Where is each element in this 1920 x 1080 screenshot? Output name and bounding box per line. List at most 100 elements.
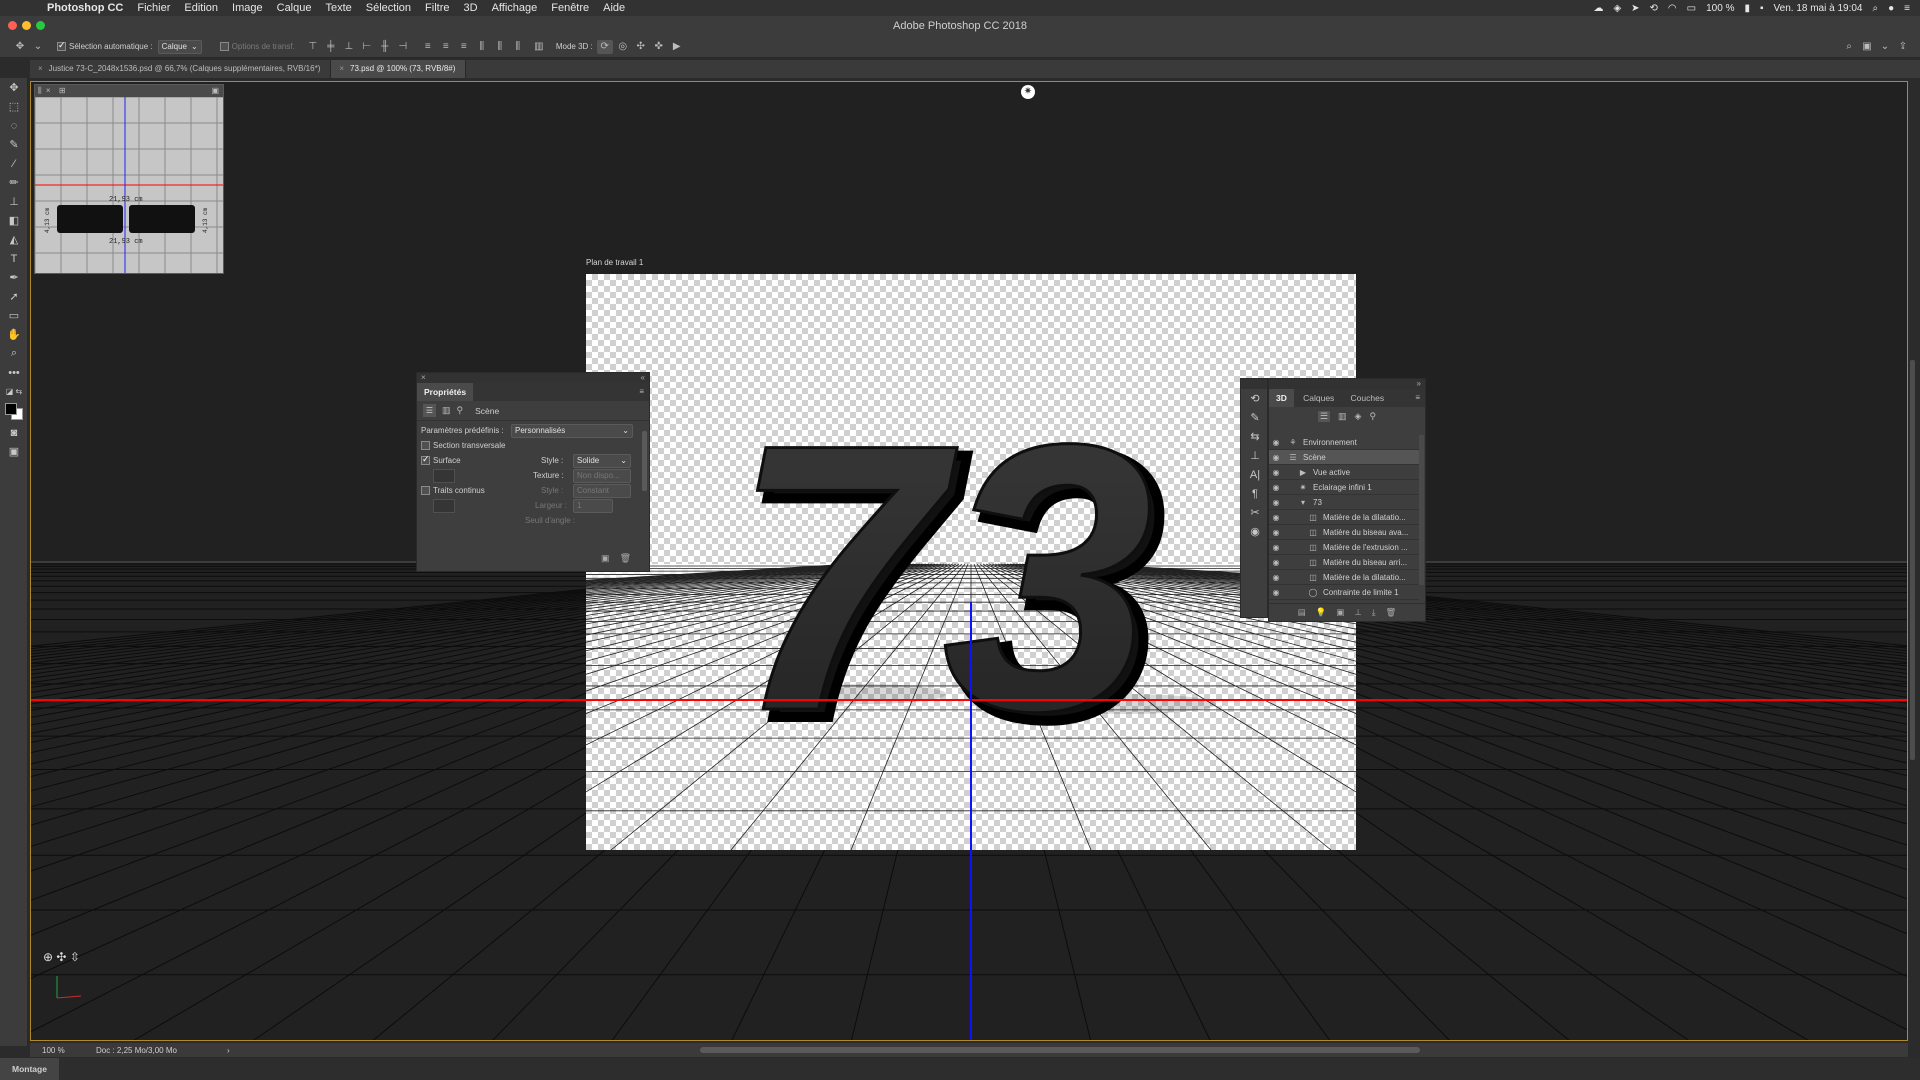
camera-tab-icon[interactable]: ▥	[442, 405, 451, 416]
menu-fenetre[interactable]: Fenêtre	[544, 2, 596, 14]
pan-camera-icon[interactable]: ✣	[56, 950, 66, 964]
tab-document-1[interactable]: × Justice 73-C_2048x1536.psd @ 66,7% (Cal…	[30, 60, 332, 78]
surface-row[interactable]: Surface Style : Solide ⌄	[417, 453, 649, 468]
doc-size[interactable]: Doc : 2,25 Mo/3,00 Mo	[96, 1046, 177, 1055]
tab-document-2[interactable]: × 73.psd @ 100% (73, RVB/8#)	[331, 60, 467, 78]
new-mesh-icon[interactable]: ▤	[1298, 607, 1306, 618]
workspace-icon[interactable]: ▣	[1859, 40, 1875, 54]
move-tool-preset-icon[interactable]: ✥	[12, 40, 28, 54]
visibility-eye-icon[interactable]: ◉	[1269, 468, 1283, 477]
zoom-tool-icon[interactable]: ⌕	[0, 344, 28, 363]
brush-presets-icon[interactable]: ✎	[1241, 408, 1269, 427]
clock[interactable]: Ven. 18 mai à 19:04	[1774, 3, 1863, 14]
distribute-right-icon[interactable]: ⫼	[510, 40, 526, 54]
visibility-eye-icon[interactable]: ◉	[1269, 573, 1283, 582]
clone-source-icon[interactable]: ⊥	[1241, 446, 1269, 465]
marquee-tool-icon[interactable]: ⬚	[0, 97, 28, 116]
transform-options-checkbox[interactable]: Options de transf.	[219, 42, 295, 51]
filter-light-icon[interactable]: ⚲	[1369, 411, 1376, 422]
document-canvas[interactable]: Plan de travail 1 73 73 ✷ ⊕ ✣ ⇳	[30, 81, 1908, 1041]
menu-filtre[interactable]: Filtre	[418, 2, 456, 14]
menu-edition[interactable]: Edition	[177, 2, 225, 14]
surface-style-dropdown[interactable]: Solide ⌄	[573, 453, 631, 468]
align-hcenter-icon[interactable]: ╫	[377, 40, 393, 54]
minimize-window-button[interactable]	[22, 21, 31, 30]
ground-icon[interactable]: ⊥	[1354, 607, 1361, 618]
type-tool-icon[interactable]: T	[0, 249, 28, 268]
vertical-scrollbar[interactable]	[1910, 360, 1915, 760]
eraser-tool-icon[interactable]: ◧	[0, 211, 28, 230]
scene-list-item[interactable]: ◉ ◫ Matière de la dilatatio...	[1269, 510, 1419, 525]
text-73-3d[interactable]: 73	[730, 364, 1156, 792]
close-icon[interactable]: ×	[46, 86, 51, 95]
preset-dropdown[interactable]: Personnalisés ⌄	[511, 423, 633, 438]
visibility-eye-icon[interactable]: ◉	[1269, 513, 1283, 522]
slide-3d-icon[interactable]: ✜	[651, 40, 667, 54]
surface-color-swatch[interactable]	[433, 468, 455, 483]
scene-list-item[interactable]: ◉ ◯ Contrainte de limite 1	[1269, 585, 1419, 600]
menu-3d[interactable]: 3D	[457, 2, 485, 14]
filter-material-icon[interactable]: ◈	[1355, 411, 1362, 422]
hand-tool-icon[interactable]: ✋	[0, 325, 28, 344]
orbit-3d-icon[interactable]: ⟳	[596, 39, 613, 54]
visibility-eye-icon[interactable]: ◉	[1269, 588, 1283, 597]
scene-list-item[interactable]: ◉ ◫ Matière du biseau ava...	[1269, 525, 1419, 540]
lines-color-swatch[interactable]	[433, 498, 455, 513]
stamp-tool-icon[interactable]: ⊥	[0, 192, 28, 211]
zoom-window-button[interactable]	[36, 21, 45, 30]
visibility-eye-icon[interactable]: ◉	[1269, 543, 1283, 552]
cross-section-row[interactable]: Section transversale	[417, 438, 649, 453]
scene-list-item[interactable]: ◉ ▶ Vue active	[1269, 465, 1419, 480]
expand-icon[interactable]: ▣	[211, 85, 219, 97]
menu-image[interactable]: Image	[225, 2, 270, 14]
tab-3d[interactable]: 3D	[1269, 389, 1294, 407]
adjustments-icon[interactable]: ⇆	[1241, 427, 1269, 446]
wifi-icon[interactable]: ◠	[1668, 3, 1677, 14]
align-top-icon[interactable]: ⊤	[305, 40, 321, 54]
pen-tool-icon[interactable]: ✒	[0, 268, 28, 287]
rectangle-tool-icon[interactable]: ▭	[0, 306, 28, 325]
foreground-color-swatch[interactable]	[5, 403, 17, 415]
shield-icon[interactable]: ◈	[1613, 3, 1621, 14]
notification-center-icon[interactable]: ≡	[1904, 3, 1910, 14]
scene-list-item[interactable]: ◉ ⚘ Environnement	[1269, 435, 1419, 450]
properties-scrollbar[interactable]	[642, 431, 647, 491]
menu-fichier[interactable]: Fichier	[130, 2, 177, 14]
visibility-eye-icon[interactable]: ◉	[1269, 558, 1283, 567]
panel-menu-icon[interactable]: ≡	[639, 387, 644, 396]
battery-icon[interactable]: ▮	[1744, 3, 1750, 14]
share-icon[interactable]: ⇪	[1895, 40, 1911, 54]
cross-section-checkbox[interactable]	[421, 441, 430, 450]
menu-affichage[interactable]: Affichage	[485, 2, 545, 14]
align-left-icon[interactable]: ⊢	[359, 40, 375, 54]
paragraph-icon[interactable]: ¶	[1241, 484, 1269, 503]
roll-3d-icon[interactable]: ◎	[615, 40, 631, 54]
distribute-bottom-icon[interactable]: ≡	[456, 40, 472, 54]
collapse-panel-icon[interactable]: »	[1417, 379, 1421, 389]
menu-texte[interactable]: Texte	[318, 2, 358, 14]
siri-icon[interactable]: ●	[1888, 3, 1894, 14]
menu-selection[interactable]: Sélection	[359, 2, 418, 14]
chevron-down-icon[interactable]: ⌄	[30, 40, 46, 54]
width-input[interactable]: 1	[573, 498, 613, 513]
scene-list-item[interactable]: ◉ ◫ Matière de la dilatatio...	[1269, 570, 1419, 585]
menu-calque[interactable]: Calque	[270, 2, 319, 14]
vertical-guide[interactable]	[970, 602, 972, 1040]
default-colors-icon[interactable]: ◪ ⇆	[0, 382, 28, 401]
chevron-down-icon[interactable]: ⌄	[1877, 40, 1893, 54]
move-tool-icon[interactable]: ✥	[0, 78, 28, 97]
lasso-tool-icon[interactable]: ◌	[0, 116, 28, 135]
spotlight-icon[interactable]: ⌕	[1873, 3, 1879, 14]
search-icon[interactable]: ⌕	[1841, 40, 1857, 54]
color-swatches[interactable]	[0, 401, 27, 423]
auto-align-icon[interactable]: ▥	[531, 40, 547, 54]
close-tab-icon[interactable]: ×	[38, 64, 43, 73]
auto-select-checkbox[interactable]: Sélection automatique :	[57, 40, 153, 51]
snap-icon[interactable]: ⤓	[1372, 607, 1376, 618]
auto-select-target-dropdown[interactable]: Calque ⌄	[157, 39, 202, 54]
tab-couches[interactable]: Couches	[1344, 389, 1392, 407]
panel-menu-icon[interactable]: ≡	[1415, 393, 1420, 402]
flag-icon[interactable]: ▪	[1760, 3, 1764, 14]
filter-mesh-icon[interactable]: ▥	[1338, 411, 1347, 422]
lines-checkbox[interactable]	[421, 486, 430, 495]
